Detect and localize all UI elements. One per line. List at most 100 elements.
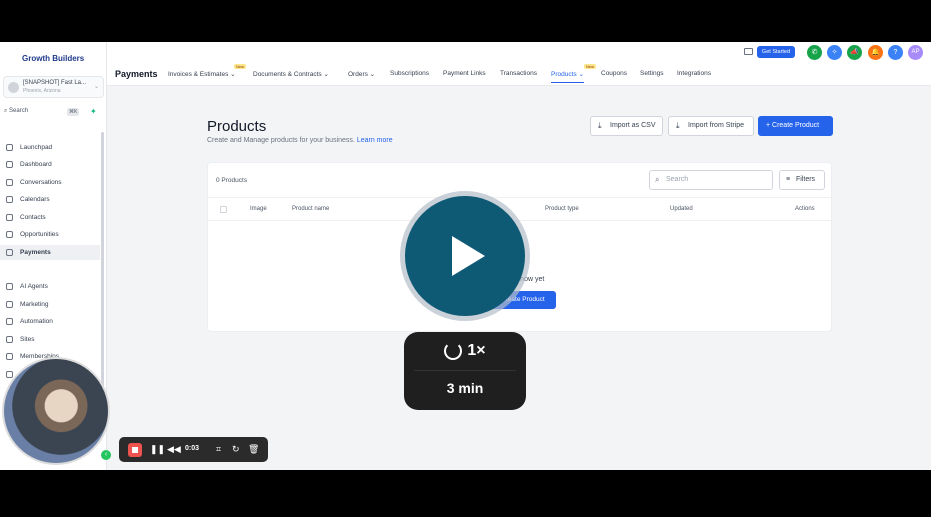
sidebar-item-label: Automation <box>20 318 53 325</box>
restart-icon[interactable]: ↻ <box>232 443 240 455</box>
column-header: Image <box>250 206 267 212</box>
help-icon[interactable]: ? <box>888 45 903 60</box>
sidebar-item-sites[interactable]: Sites <box>0 332 100 347</box>
tab-coupons[interactable]: Coupons <box>601 70 627 77</box>
sidebar-item-automation[interactable]: Automation <box>0 314 100 329</box>
import-csv-label: Import as CSV <box>610 122 656 129</box>
chevron-down-icon: ⌄ <box>321 71 329 78</box>
tab-label: Coupons <box>601 70 628 77</box>
tab-documents-contracts[interactable]: Documents & Contracts ⌄ <box>253 70 329 78</box>
sidebar-item-marketing[interactable]: Marketing <box>0 297 100 312</box>
phone-icon[interactable]: ✆ <box>807 45 822 60</box>
automation-icon <box>6 318 13 325</box>
get-started-button[interactable]: Get Started <box>757 46 795 58</box>
sidebar-search[interactable]: ⌕ Search ⌘K ✦ <box>4 107 102 120</box>
playback-info: 1× 3 min <box>404 332 526 410</box>
tab-integrations[interactable]: Integrations <box>677 70 711 77</box>
webcam-toggle-icon[interactable]: ‹ <box>101 450 111 460</box>
divider <box>414 370 516 371</box>
send-icon <box>6 301 13 308</box>
product-search-input[interactable]: ⌕ Search <box>649 170 773 190</box>
speed-icon <box>444 342 463 360</box>
sidebar-item-dashboard[interactable]: Dashboard <box>0 157 100 172</box>
grid-icon[interactable]: ⌗ <box>216 443 221 455</box>
select-all-checkbox[interactable] <box>220 206 227 213</box>
tab-label: Settings <box>640 70 664 77</box>
page-subtitle: Create and Manage products for your busi… <box>207 137 393 144</box>
sidebar-item-label: Dashboard <box>20 161 52 168</box>
rewind-icon[interactable]: ◀◀ <box>167 443 181 455</box>
sidebar-search-label: Search <box>9 108 29 114</box>
sidebar-item-ai-agents[interactable]: AI Agents <box>0 279 100 294</box>
column-header: Product name <box>292 206 330 212</box>
filter-icon: ≡ <box>786 176 791 183</box>
chevron-down-icon: ⌄ <box>367 71 376 78</box>
section-title: Payments <box>115 69 158 79</box>
webcam-bubble <box>2 357 110 465</box>
playback-speed[interactable]: 1× <box>404 342 526 360</box>
bell-icon[interactable]: 🔔 <box>868 45 883 60</box>
chat-icon <box>6 179 13 186</box>
tab-subscriptions[interactable]: Subscriptions <box>390 70 429 77</box>
tab-label: Subscriptions <box>390 70 430 77</box>
tab-label: Invoices & Estimates <box>168 71 229 78</box>
import-stripe-label: Import from Stripe <box>688 122 745 129</box>
ai-assistant-icon[interactable]: ✧ <box>827 45 842 60</box>
quick-add-icon[interactable]: ✦ <box>90 107 97 116</box>
account-name: [SNAPSHOT] Fast La... <box>23 80 87 86</box>
stop-recording-button[interactable] <box>128 443 142 457</box>
tab-label: Documents & Contracts <box>253 71 322 78</box>
ai-icon <box>6 283 13 290</box>
tab-invoices-estimates[interactable]: Invoices & Estimates ⌄ <box>168 70 236 78</box>
account-avatar <box>8 82 19 93</box>
message-icon[interactable] <box>744 48 753 55</box>
megaphone-icon[interactable]: 📣 <box>847 45 862 60</box>
tab-payment-links[interactable]: Payment Links <box>443 70 486 77</box>
speed-label: 1× <box>467 342 486 360</box>
page-title: Products <box>207 118 267 135</box>
rocket-icon <box>6 144 13 151</box>
account-location: Phoenix, Arizona <box>23 88 61 94</box>
learn-more-link[interactable]: Learn more <box>357 137 393 144</box>
column-header: Product type <box>545 206 579 212</box>
product-count: 0 Products <box>216 177 248 184</box>
sites-icon <box>6 336 13 343</box>
pause-icon[interactable]: ❚❚ <box>150 443 165 455</box>
play-button[interactable] <box>405 196 525 316</box>
sidebar-item-opportunities[interactable]: Opportunities <box>0 227 100 242</box>
dashboard-icon <box>6 161 13 168</box>
tab-products[interactable]: Products ⌄ <box>551 70 584 83</box>
memberships-icon <box>6 353 13 360</box>
sidebar-item-label: Marketing <box>20 301 49 308</box>
sidebar-item-payments[interactable]: Payments <box>0 245 100 260</box>
tab-label: Integrations <box>677 70 711 77</box>
user-avatar[interactable]: AP <box>908 45 923 60</box>
tab-settings[interactable]: Settings <box>640 70 664 77</box>
search-icon: ⌕ <box>655 175 660 184</box>
tab-transactions[interactable]: Transactions <box>500 70 537 77</box>
trash-icon[interactable]: 🗑 <box>248 443 259 455</box>
create-product-button[interactable]: + Create Product <box>758 116 833 136</box>
sidebar-item-conversations[interactable]: Conversations <box>0 175 100 190</box>
filters-button[interactable]: ≡ Filters <box>779 170 825 190</box>
column-header: Updated <box>670 206 693 212</box>
sidebar-scrollbar[interactable] <box>101 132 104 392</box>
filters-label: Filters <box>796 176 816 183</box>
sidebar-item-calendars[interactable]: Calendars <box>0 192 100 207</box>
new-badge: New <box>584 64 597 69</box>
recording-timer: 0:03 <box>185 445 200 452</box>
tab-orders[interactable]: Orders ⌄ <box>348 70 375 78</box>
sidebar-item-label: Opportunities <box>20 231 59 238</box>
payments-icon <box>6 249 13 256</box>
sidebar-item-label: Launchpad <box>20 144 53 151</box>
tab-label: Orders <box>348 71 368 78</box>
account-switcher[interactable]: [SNAPSHOT] Fast La... Phoenix, Arizona ⌄ <box>3 76 104 98</box>
subtitle-text: Create and Manage products for your busi… <box>207 137 355 144</box>
sidebar-item-launchpad[interactable]: Launchpad <box>0 140 100 155</box>
import-csv-button[interactable]: ⤓ Import as CSV <box>590 116 663 136</box>
import-stripe-button[interactable]: ⤓ Import from Stripe <box>668 116 754 136</box>
new-badge: New <box>234 64 247 69</box>
sidebar-item-contacts[interactable]: Contacts <box>0 210 100 225</box>
search-icon: ⌕ <box>4 108 8 114</box>
chevron-updown-icon: ⌄ <box>93 84 99 90</box>
